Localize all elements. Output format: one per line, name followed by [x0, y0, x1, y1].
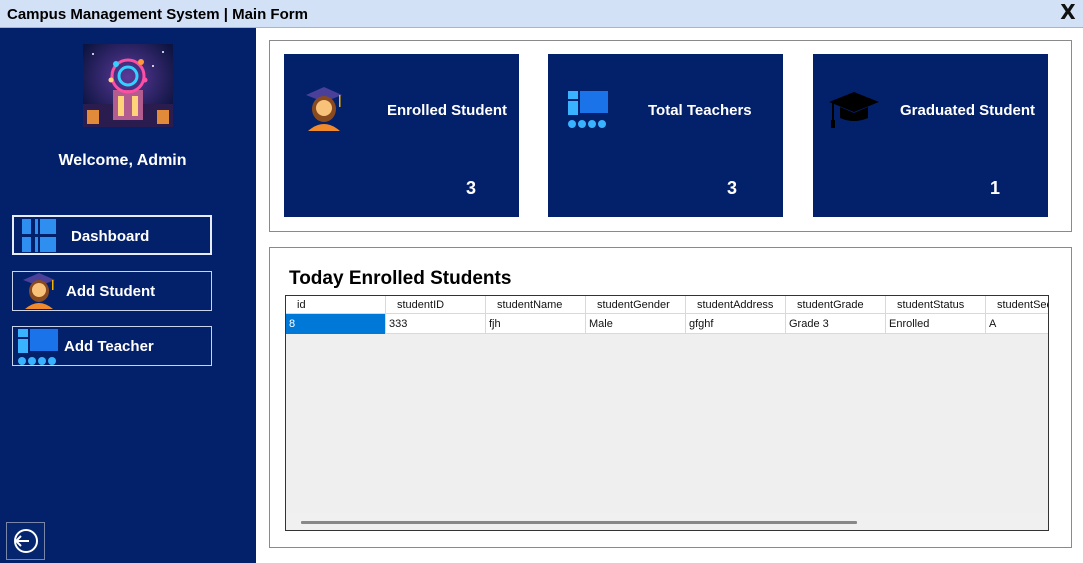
- column-header[interactable]: studentGrade: [786, 296, 886, 314]
- stat-title: Total Teachers: [648, 102, 752, 119]
- students-grid[interactable]: id studentID studentName studentGender s…: [285, 295, 1049, 531]
- table-title: Today Enrolled Students: [289, 268, 512, 289]
- horizontal-scrollbar[interactable]: [286, 513, 1048, 530]
- table-cell[interactable]: 8: [286, 314, 386, 334]
- nav-add-student-label: Add Student: [66, 283, 156, 300]
- stats-panel: Enrolled Student 3 Total Teachers 3 Grad…: [269, 40, 1072, 232]
- stat-card-enrolled: Enrolled Student 3: [284, 54, 519, 217]
- nav-dashboard-label: Dashboard: [71, 228, 150, 245]
- enrolled-table-panel: Today Enrolled Students id studentID stu…: [269, 247, 1072, 548]
- nav-dashboard-button[interactable]: Dashboard: [12, 215, 212, 255]
- column-header[interactable]: studentStatus: [886, 296, 986, 314]
- nav-add-teacher-label: Add Teacher: [64, 338, 154, 355]
- stat-title: Enrolled Student: [387, 102, 507, 119]
- column-header[interactable]: studentName: [486, 296, 586, 314]
- table-cell[interactable]: A: [986, 314, 1048, 334]
- table-row[interactable]: 8 333 fjh Male gfghf Grade 3 Enrolled A: [286, 314, 1048, 334]
- welcome-text: Welcome, Admin: [58, 152, 187, 169]
- teacher-icon: [566, 90, 610, 135]
- graduation-cap-icon: [827, 90, 881, 135]
- dashboard-icon: [20, 218, 60, 254]
- student-icon: [19, 273, 59, 309]
- table-cell[interactable]: Enrolled: [886, 314, 986, 334]
- stat-value: 3: [466, 178, 477, 198]
- stat-card-teachers: Total Teachers 3: [548, 54, 783, 217]
- table-cell[interactable]: Grade 3: [786, 314, 886, 334]
- table-cell[interactable]: Male: [586, 314, 686, 334]
- student-icon: [304, 87, 344, 136]
- column-header[interactable]: studentAddress: [686, 296, 786, 314]
- column-header[interactable]: studentSec: [986, 296, 1048, 314]
- stat-value: 3: [727, 178, 738, 198]
- logout-button[interactable]: [6, 522, 45, 560]
- stat-value: 1: [990, 178, 1001, 198]
- campus-logo: [83, 44, 173, 127]
- table-cell[interactable]: 333: [386, 314, 486, 334]
- column-header[interactable]: id: [286, 296, 386, 314]
- nav-add-teacher-button[interactable]: Add Teacher: [12, 326, 212, 366]
- title-bar: Campus Management System | Main Form X: [0, 0, 1083, 28]
- scrollbar-thumb[interactable]: [301, 521, 857, 524]
- nav-add-student-button[interactable]: Add Student: [12, 271, 212, 311]
- logout-icon: [7, 529, 44, 563]
- grid-header: id studentID studentName studentGender s…: [286, 296, 1048, 314]
- window-title: Campus Management System | Main Form: [7, 6, 308, 23]
- close-button[interactable]: X: [1057, 1, 1079, 23]
- teacher-icon: [16, 328, 58, 365]
- table-cell[interactable]: gfghf: [686, 314, 786, 334]
- column-header[interactable]: studentGender: [586, 296, 686, 314]
- stat-title: Graduated Student: [900, 102, 1036, 119]
- column-header[interactable]: studentID: [386, 296, 486, 314]
- stat-card-graduated: Graduated Student 1: [813, 54, 1048, 217]
- sidebar: Welcome, Admin Dashboard Add Student Add…: [0, 28, 256, 563]
- table-cell[interactable]: fjh: [486, 314, 586, 334]
